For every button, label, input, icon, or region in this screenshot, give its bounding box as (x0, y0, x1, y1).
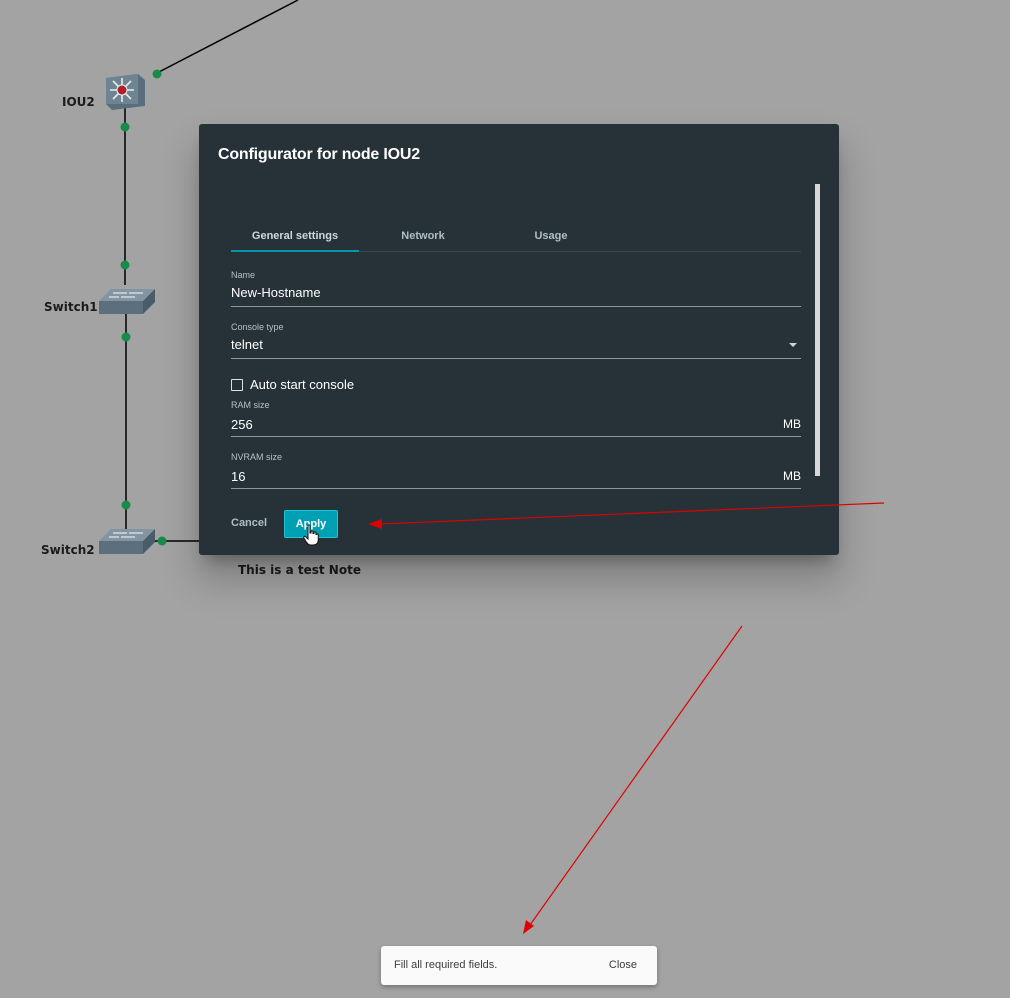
snackbar: Fill all required fields. Close (381, 946, 657, 985)
annotation-arrow-snackbar (529, 625, 743, 926)
annotation-overlay (368, 502, 885, 934)
snackbar-message: Fill all required fields. (394, 959, 498, 971)
annotation-arrow-apply (379, 502, 885, 525)
snackbar-close-button[interactable]: Close (609, 959, 637, 971)
arrowhead-icon (368, 519, 382, 529)
